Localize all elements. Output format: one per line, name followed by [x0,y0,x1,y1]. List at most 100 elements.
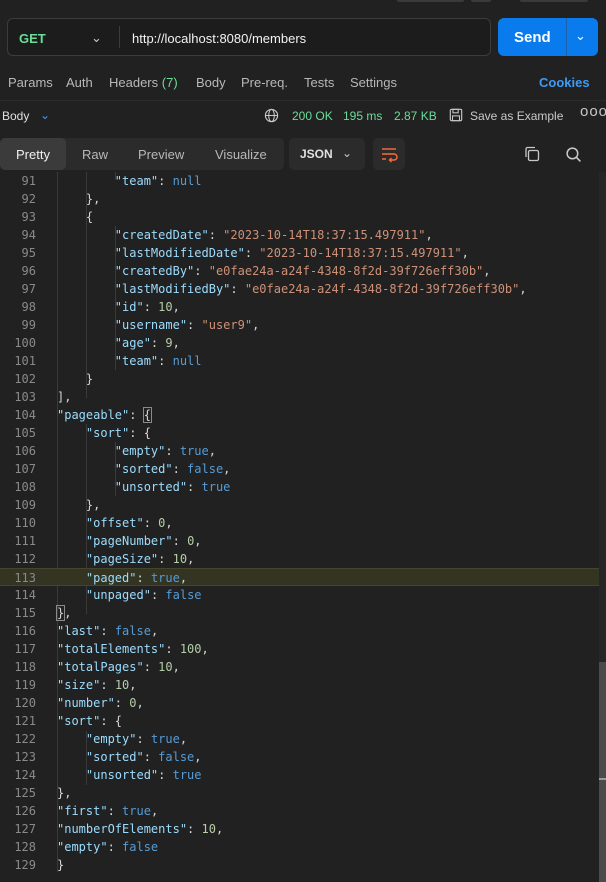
chevron-down-icon[interactable]: ⌄ [40,108,50,122]
line-number: 100 [14,336,36,350]
code-line[interactable]: 96 "createdBy": "e0fae24a-a24f-4348-8f2d… [0,262,599,280]
search-icon[interactable] [565,146,582,163]
scrollbar[interactable] [599,172,606,882]
code-line[interactable]: 117 "totalElements": 100, [0,640,599,658]
code-text: "age": 9, [114,336,180,350]
tab-headers[interactable]: Headers (7) [109,75,178,90]
code-text: "sort": { [57,714,123,728]
response-body-select[interactable]: Body [2,109,29,123]
line-number: 95 [21,246,36,260]
code-line[interactable]: 105 "sort": { [0,424,599,442]
code-line[interactable]: 102 } [0,370,599,388]
code-line[interactable]: 126 "first": true, [0,802,599,820]
tab-preview[interactable]: Preview [138,147,184,162]
line-number: 115 [14,606,36,620]
tab-raw[interactable]: Raw [82,147,108,162]
tab-pretty-label: Pretty [16,147,50,162]
tab-visualize[interactable]: Visualize [215,147,267,162]
code-line[interactable]: 121 "sort": { [0,712,599,730]
code-line[interactable]: 125}, [0,784,599,802]
code-line[interactable]: 110 "offset": 0, [0,514,599,532]
line-number: 112 [14,552,36,566]
top-strip-tab [471,0,491,2]
tab-pretty[interactable]: Pretty [0,138,66,170]
code-line[interactable]: 120 "number": 0, [0,694,599,712]
code-line[interactable]: 111 "pageNumber": 0, [0,532,599,550]
code-line[interactable]: 118 "totalPages": 10, [0,658,599,676]
code-line[interactable]: 101 "team": null [0,352,599,370]
code-line[interactable]: 107 "sorted": false, [0,460,599,478]
code-line[interactable]: 95 "lastModifiedDate": "2023-10-14T18:37… [0,244,599,262]
code-text: "sorted": false, [114,462,231,476]
line-number: 120 [14,696,36,710]
code-line[interactable]: 128 "empty": false [0,838,599,856]
code-line[interactable]: 109 }, [0,496,599,514]
line-number: 97 [21,282,36,296]
code-text: "totalElements": 100, [57,642,209,656]
code-line[interactable]: 104 "pageable": { [0,406,599,424]
save-icon[interactable] [449,108,463,122]
response-body-viewer[interactable]: 91 "team": null 92 }, 93 {94 "createdDate"… [0,172,599,882]
response-time[interactable]: 195 ms [343,109,382,123]
code-line[interactable]: 98 "id": 10, [0,298,599,316]
code-line[interactable]: 108 "unsorted": true [0,478,599,496]
code-line[interactable]: 94 "createdDate": "2023-10-14T18:37:15.4… [0,226,599,244]
code-line[interactable]: 113 "paged": true, [0,568,599,586]
line-number: 126 [14,804,36,818]
line-number: 113 [14,571,36,585]
tab-auth[interactable]: Auth [66,75,93,90]
code-line[interactable]: 99 "username": "user9", [0,316,599,334]
code-line[interactable]: 106 "empty": true, [0,442,599,460]
line-number: 110 [14,516,36,530]
tab-tests[interactable]: Tests [304,75,334,90]
chevron-down-icon[interactable]: ⌄ [575,28,586,44]
scrollbar-thumb[interactable] [599,662,606,882]
method-select[interactable]: GET [19,31,46,46]
copy-icon[interactable] [524,146,540,162]
code-line[interactable]: 103], [0,388,599,406]
code-line[interactable]: 91 "team": null [0,172,599,190]
globe-icon[interactable] [264,108,279,123]
code-line[interactable]: 112 "pageSize": 10, [0,550,599,568]
tab-body[interactable]: Body [196,75,226,90]
response-size[interactable]: 2.87 KB [394,109,437,123]
status-badge[interactable]: 200 OK [292,109,333,123]
code-text: "unsorted": true [85,768,202,782]
save-as-example-button[interactable]: Save as Example [470,109,563,123]
code-text: { [57,210,94,224]
wrap-lines-button[interactable] [373,138,405,170]
response-bar: Body ⌄ 200 OK 195 ms 2.87 KB Save as Exa… [0,100,606,131]
code-line[interactable]: 127 "numberOfElements": 10, [0,820,599,838]
divider [119,26,120,48]
code-line[interactable]: 123 "sorted": false, [0,748,599,766]
code-line[interactable]: 93 { [0,208,599,226]
tab-pre-request[interactable]: Pre-req. [241,75,288,90]
code-line[interactable]: 97 "lastModifiedBy": "e0fae24a-a24f-4348… [0,280,599,298]
code-line[interactable]: 115}, [0,604,599,622]
format-select[interactable]: JSON ⌄ [289,138,365,170]
code-line[interactable]: 116 "last": false, [0,622,599,640]
chevron-down-icon[interactable]: ⌄ [91,30,102,46]
code-line[interactable]: 114 "unpaged": false [0,586,599,604]
code-line[interactable]: 124 "unsorted": true [0,766,599,784]
code-line[interactable]: 119 "size": 10, [0,676,599,694]
code-line[interactable]: 122 "empty": true, [0,730,599,748]
url-input[interactable]: http://localhost:8080/members [132,31,306,46]
code-line[interactable]: 129} [0,856,599,874]
code-text: "numberOfElements": 10, [57,822,224,836]
chevron-down-icon: ⌄ [342,146,353,160]
line-number: 124 [14,768,36,782]
view-mode-tabs: Pretty Raw Preview Visualize [0,138,284,170]
url-bar: GET ⌄ http://localhost:8080/members [7,18,491,56]
tab-settings[interactable]: Settings [350,75,397,90]
cookies-link[interactable]: Cookies [539,75,590,90]
code-text: "empty": true, [114,444,216,458]
code-line[interactable]: 92 }, [0,190,599,208]
more-options-icon[interactable]: ooo [580,103,606,120]
tab-params[interactable]: Params [8,75,53,90]
code-text: } [57,858,65,872]
code-line[interactable]: 100 "age": 9, [0,334,599,352]
code-text: "offset": 0, [85,516,173,530]
view-toolbar: Pretty Raw Preview Visualize JSON ⌄ [0,136,606,172]
send-button[interactable]: Send ⌄ [498,18,598,56]
